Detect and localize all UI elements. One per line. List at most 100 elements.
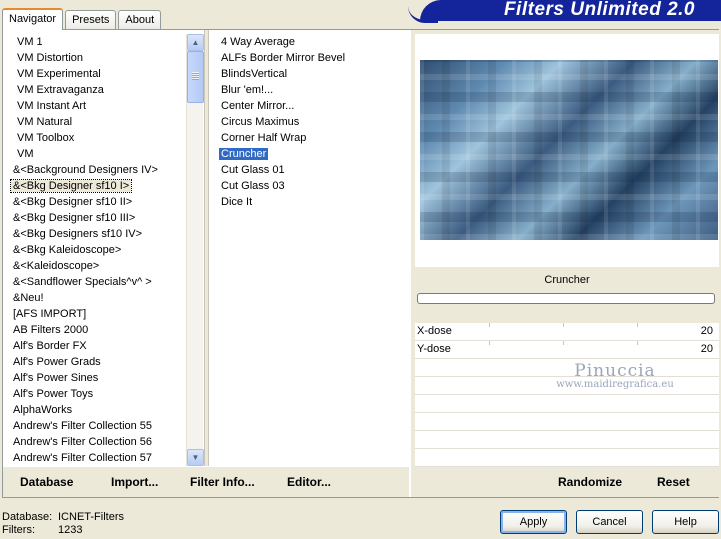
filter-item[interactable]: Corner Half Wrap: [217, 130, 407, 146]
category-item[interactable]: Alf's Power Toys: [9, 386, 187, 402]
filter-item[interactable]: 4 Way Average: [217, 34, 407, 50]
status-filters-value: 1233: [58, 524, 83, 536]
filter-item[interactable]: Blur 'em!...: [217, 82, 407, 98]
category-item[interactable]: Alf's Power Sines: [9, 370, 187, 386]
category-item[interactable]: VM Experimental: [9, 66, 187, 82]
param-row[interactable]: X-dose 20: [415, 323, 719, 341]
param-row-empty: [415, 449, 719, 467]
scroll-up-button[interactable]: ▲: [187, 34, 204, 51]
category-label: Andrew's Filter Collection 56: [13, 436, 153, 448]
filter-item[interactable]: Cut Glass 01: [217, 162, 407, 178]
filter-item[interactable]: Cruncher: [217, 146, 407, 162]
tab-navigator[interactable]: Navigator: [2, 8, 64, 30]
editor-button[interactable]: Editor...: [287, 475, 331, 489]
param-row-empty: [415, 413, 719, 431]
filter-list: 4 Way Average ALFs Border Mirror Bevel Bli…: [217, 34, 407, 210]
filter-label: Cut Glass 01: [221, 164, 285, 176]
category-label: AlphaWorks: [13, 404, 73, 416]
category-scrollbar[interactable]: ▲ ▼: [186, 34, 204, 466]
category-item[interactable]: AB Filters 2000: [9, 322, 187, 338]
panel-divider[interactable]: [204, 30, 209, 466]
category-item[interactable]: Alf's Border FX: [9, 338, 187, 354]
category-item[interactable]: VM: [9, 146, 187, 162]
apply-button[interactable]: Apply: [500, 510, 567, 534]
category-label: &<Bkg Designer sf10 I>: [9, 179, 133, 193]
category-item[interactable]: &<Bkg Designers sf10 IV>: [9, 226, 187, 242]
filter-label: BlindsVertical: [221, 68, 288, 80]
category-label: Andrew's Filter Collection 55: [13, 420, 153, 432]
status-area: Database: ICNET-Filters Filters: 1233: [2, 511, 124, 537]
randomize-button[interactable]: Randomize: [558, 475, 622, 489]
help-button[interactable]: Help: [652, 510, 719, 534]
category-item[interactable]: VM Natural: [9, 114, 187, 130]
filter-item[interactable]: Center Mirror...: [217, 98, 407, 114]
filter-item[interactable]: Cut Glass 03: [217, 178, 407, 194]
filter-info-button[interactable]: Filter Info...: [190, 475, 255, 489]
scroll-down-button[interactable]: ▼: [187, 449, 204, 466]
category-item[interactable]: AlphaWorks: [9, 402, 187, 418]
category-label: VM Experimental: [17, 68, 101, 80]
category-item[interactable]: VM Distortion: [9, 50, 187, 66]
scroll-thumb[interactable]: [187, 51, 204, 103]
reset-button[interactable]: Reset: [657, 475, 690, 489]
status-database-value: ICNET-Filters: [58, 511, 124, 523]
category-item[interactable]: VM Instant Art: [9, 98, 187, 114]
category-item[interactable]: &<Background Designers IV>: [9, 162, 187, 178]
category-item[interactable]: VM Extravaganza: [9, 82, 187, 98]
category-item[interactable]: &<Bkg Kaleidoscope>: [9, 242, 187, 258]
category-item[interactable]: Andrew's Filter Collection 56: [9, 434, 187, 450]
param-row-empty: [415, 431, 719, 449]
category-label: VM Instant Art: [17, 100, 87, 112]
filter-label: Circus Maximus: [221, 116, 300, 128]
filter-label: 4 Way Average: [221, 36, 295, 48]
category-label: VM Extravaganza: [17, 84, 104, 96]
parameter-panel: X-dose 20 Y-dose 20 Pinuccia www.maidire…: [415, 323, 719, 467]
category-item[interactable]: &<Bkg Designer sf10 II>: [9, 194, 187, 210]
category-label: VM Natural: [17, 116, 73, 128]
database-button[interactable]: Database: [20, 475, 73, 489]
tab-about[interactable]: About: [118, 10, 162, 29]
filter-item[interactable]: Dice It: [217, 194, 407, 210]
category-label: [AFS IMPORT]: [13, 308, 87, 320]
category-item[interactable]: &<Bkg Designer sf10 I>: [9, 178, 187, 194]
param-row-empty: [415, 377, 719, 395]
category-item[interactable]: &<Bkg Designer sf10 III>: [9, 210, 187, 226]
category-item[interactable]: &<Sandflower Specials^v^ >: [9, 274, 187, 290]
arrow-up-icon: ▲: [191, 38, 200, 47]
status-database-label: Database:: [2, 511, 53, 523]
category-item[interactable]: VM Toolbox: [9, 130, 187, 146]
param-row-empty: [415, 395, 719, 413]
category-label: Alf's Power Sines: [13, 372, 99, 384]
status-filters-label: Filters:: [2, 524, 35, 536]
tab-presets[interactable]: Presets: [65, 10, 117, 29]
category-list: VM 1 VM Distortion VM Experimental VM Extra…: [9, 34, 187, 466]
category-item[interactable]: Andrew's Filter Collection 55: [9, 418, 187, 434]
cancel-button[interactable]: Cancel: [576, 510, 643, 534]
param-row-empty: [415, 359, 719, 377]
filter-item[interactable]: BlindsVertical: [217, 66, 407, 82]
param-label: X-dose: [417, 325, 452, 337]
category-label: &<Bkg Designer sf10 II>: [13, 196, 133, 208]
filter-item[interactable]: ALFs Border Mirror Bevel: [217, 50, 407, 66]
preview-image: [420, 60, 718, 240]
category-item[interactable]: [AFS IMPORT]: [9, 306, 187, 322]
category-label: VM Toolbox: [17, 132, 75, 144]
list-toolbar: Database Import... Filter Info... Editor…: [3, 467, 409, 497]
category-label: &<Bkg Kaleidoscope>: [13, 244, 122, 256]
param-row[interactable]: Y-dose 20: [415, 341, 719, 359]
category-label: &<Kaleidoscope>: [13, 260, 100, 272]
category-item[interactable]: Alf's Power Grads: [9, 354, 187, 370]
category-item[interactable]: &<Kaleidoscope>: [9, 258, 187, 274]
preview-filter-name: Cruncher: [544, 274, 590, 286]
category-label: &<Background Designers IV>: [13, 164, 158, 176]
category-item[interactable]: &Neu!: [9, 290, 187, 306]
preview-panel: Cruncher X-dose 20 Y-dose 20 Pinuccia ww…: [411, 30, 719, 497]
category-label: Andrew's Filter Collection 57: [13, 452, 153, 464]
category-label: VM 1: [17, 36, 43, 48]
category-label: AB Filters 2000: [13, 324, 89, 336]
category-item[interactable]: Andrew's Filter Collection 57: [9, 450, 187, 466]
category-item[interactable]: VM 1: [9, 34, 187, 50]
filter-item[interactable]: Circus Maximus: [217, 114, 407, 130]
import-button[interactable]: Import...: [111, 475, 158, 489]
tab-strip: Navigator Presets About: [2, 8, 163, 30]
